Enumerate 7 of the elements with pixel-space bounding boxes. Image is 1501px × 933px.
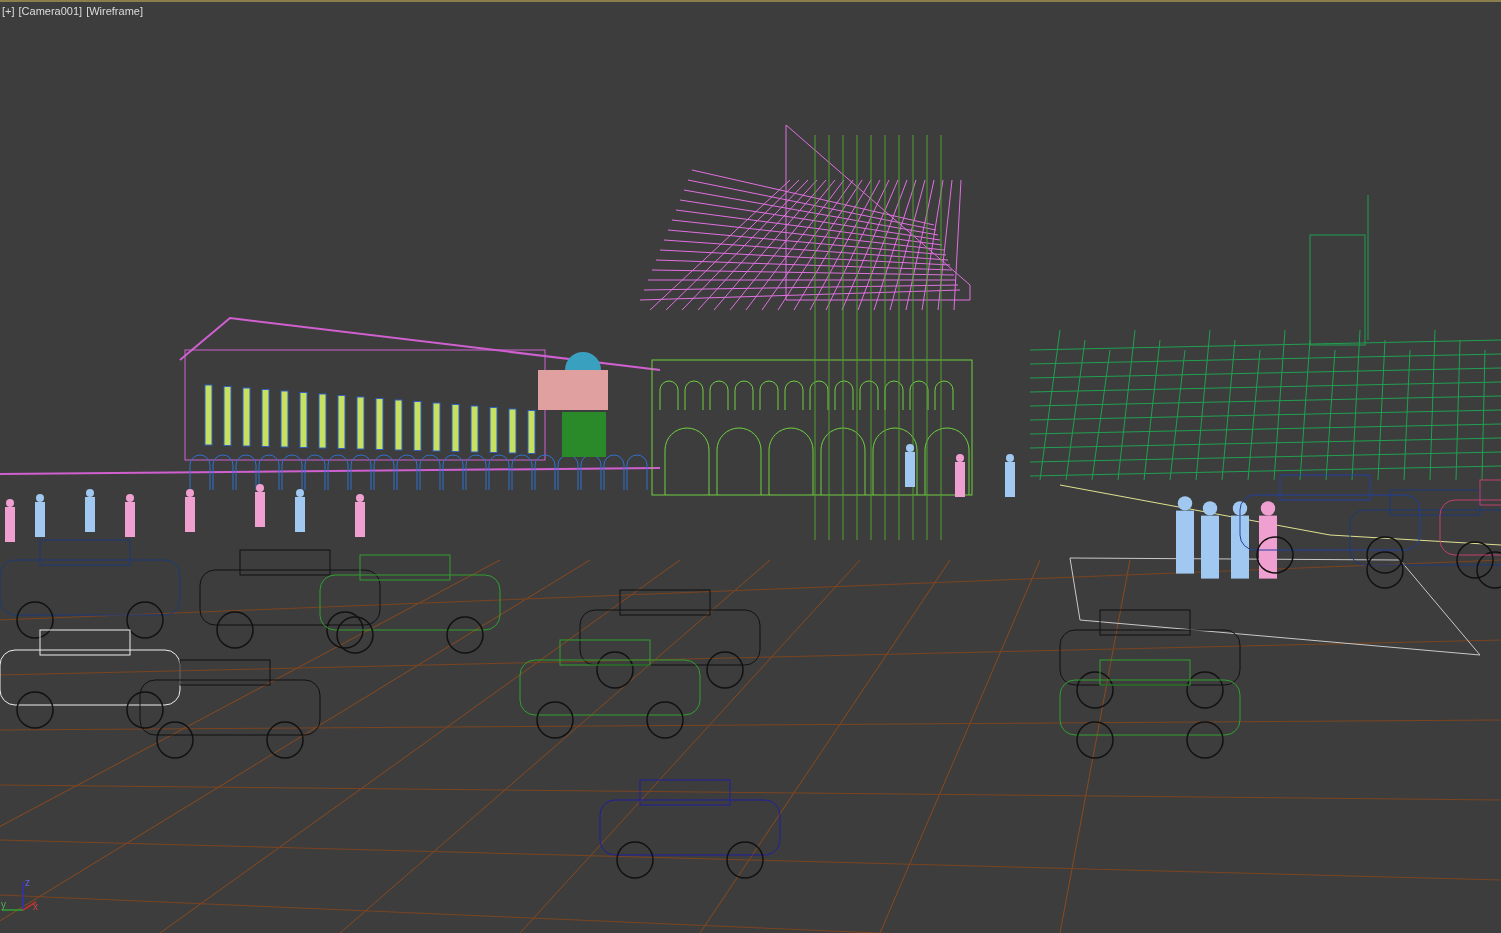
axis-gizmo-icon bbox=[1, 881, 37, 911]
viewport-menu-label[interactable]: [Camera001] bbox=[18, 4, 83, 18]
axis-label: z bbox=[25, 877, 30, 888]
viewport-menu-label[interactable]: [Wireframe] bbox=[86, 4, 143, 18]
viewport-menu-label[interactable]: [+] bbox=[2, 4, 15, 18]
axis-label: x bbox=[33, 901, 38, 912]
axis-label: y bbox=[1, 899, 6, 910]
